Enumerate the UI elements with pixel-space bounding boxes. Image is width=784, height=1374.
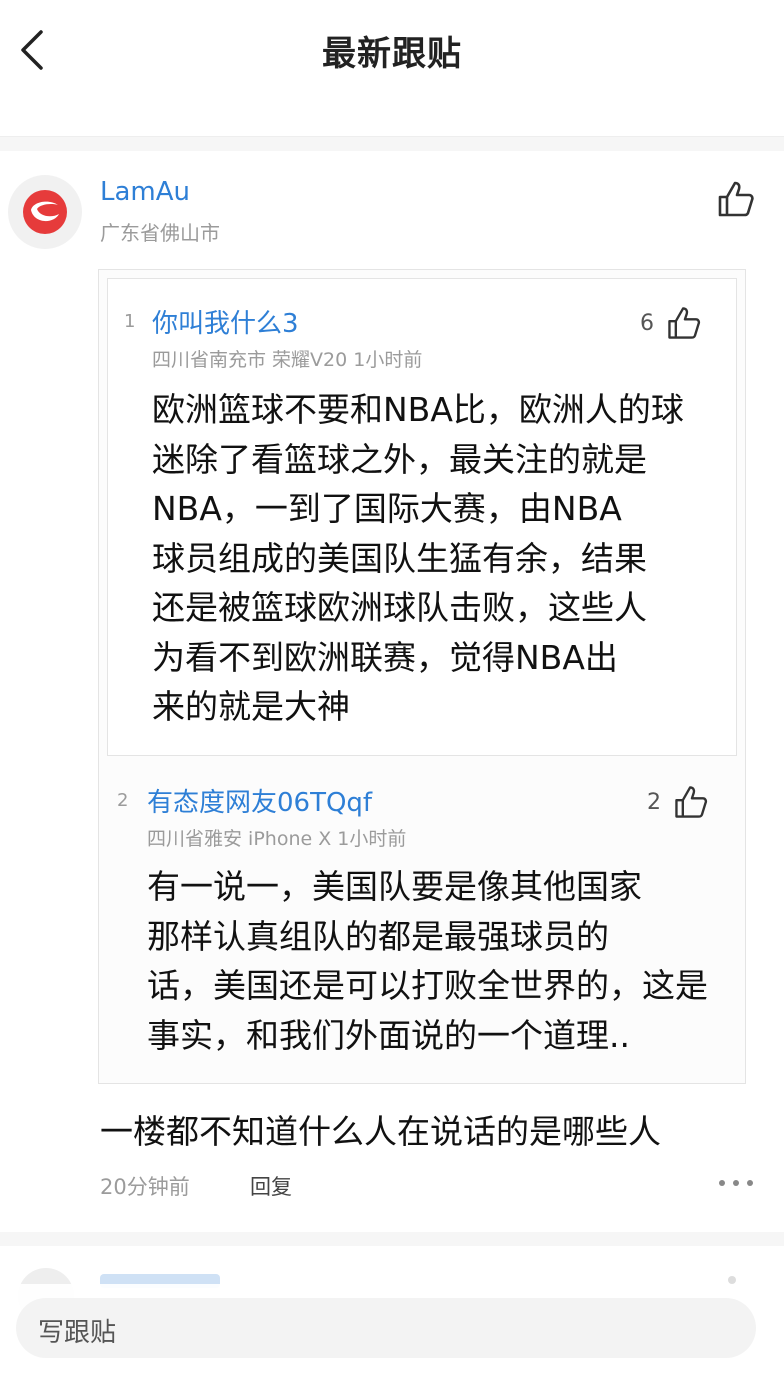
section-divider: [0, 137, 784, 151]
more-options-button[interactable]: [716, 1171, 756, 1195]
quote-text: 欧洲篮球不要和NBA比，欧洲人的球 迷除了看篮球之外，最关注的就是 NBA，一到…: [152, 385, 712, 732]
thumbs-up-icon: [668, 307, 701, 339]
quote-line: 球员组成的美国队生猛有余，结果: [152, 538, 647, 578]
quote-line: 迷除了看篮球之外，最关注的就是: [152, 439, 647, 479]
quote-like-button[interactable]: [664, 303, 704, 343]
quote-line: 话，美国还是可以打败全世界的，这是: [147, 966, 708, 1005]
thumbs-up-icon: [675, 786, 708, 818]
quote-like-button[interactable]: [671, 782, 711, 822]
page-title: 最新跟贴: [322, 34, 462, 74]
comment-username[interactable]: LamAu: [100, 177, 190, 207]
quote-text: 有一说一，美国队要是像其他国家 那样认真组队的都是最强球员的 话，美国还是可以打…: [147, 862, 717, 1060]
top-nav-bar: 最新跟贴: [0, 0, 784, 137]
comment-item: LamAu 广东省佛山市 1 你叫我什么3 四川省南充市 荣耀V20 1小时前 …: [0, 151, 784, 1231]
quote-meta: 四川省南充市 荣耀V20 1小时前: [152, 349, 423, 371]
quote-stack: 1 你叫我什么3 四川省南充市 荣耀V20 1小时前 6 欧洲篮球不要和NBA比…: [98, 269, 746, 1084]
quote-floor-1: 1 你叫我什么3 四川省南充市 荣耀V20 1小时前 6 欧洲篮球不要和NBA比…: [107, 278, 737, 756]
quote-username[interactable]: 有态度网友06TQqf: [147, 782, 372, 819]
quote-like-count: 6: [640, 311, 654, 336]
quote-line: 为看不到欧洲联赛，觉得NBA出: [152, 637, 618, 677]
reply-button[interactable]: 回复: [250, 1171, 292, 1201]
quote-meta: 四川省雅安 iPhone X 1小时前: [147, 828, 407, 850]
more-dots-icon: [719, 1180, 753, 1186]
quote-line: 有一说一，美国队要是像其他国家: [147, 867, 642, 906]
comment-text: 一楼都不知道什么人在说话的是哪些人: [100, 1112, 661, 1151]
bottom-input-bar: 写跟贴: [0, 1284, 784, 1374]
like-button[interactable]: [714, 177, 758, 221]
comment-location: 广东省佛山市: [100, 221, 220, 245]
quote-username[interactable]: 你叫我什么3: [152, 303, 299, 340]
quote-like-count: 2: [647, 790, 661, 815]
quote-line: 那样认真组队的都是最强球员的: [147, 916, 609, 956]
write-comment-input[interactable]: 写跟贴: [16, 1298, 756, 1358]
floor-number: 2: [117, 790, 129, 811]
quote-line: NBA，一到了国际大赛，由NBA: [152, 489, 622, 528]
quote-line: 欧洲篮球不要和NBA比，欧洲人的球: [152, 390, 684, 429]
thumbs-up-icon: [718, 181, 754, 217]
input-placeholder: 写跟贴: [38, 1318, 117, 1348]
section-divider: [0, 1232, 784, 1246]
avatar[interactable]: [8, 175, 82, 249]
comment-time: 20分钟前: [100, 1175, 190, 1199]
like-button[interactable]: [728, 1276, 736, 1284]
netease-logo-icon: [23, 190, 67, 234]
floor-number: 1: [124, 311, 136, 332]
quote-line: 还是被篮球欧洲球队击败，这些人: [152, 588, 647, 627]
quote-line: 来的就是大神: [152, 687, 350, 726]
quote-line: 事实，和我们外面说的一个道理..: [147, 1015, 630, 1055]
